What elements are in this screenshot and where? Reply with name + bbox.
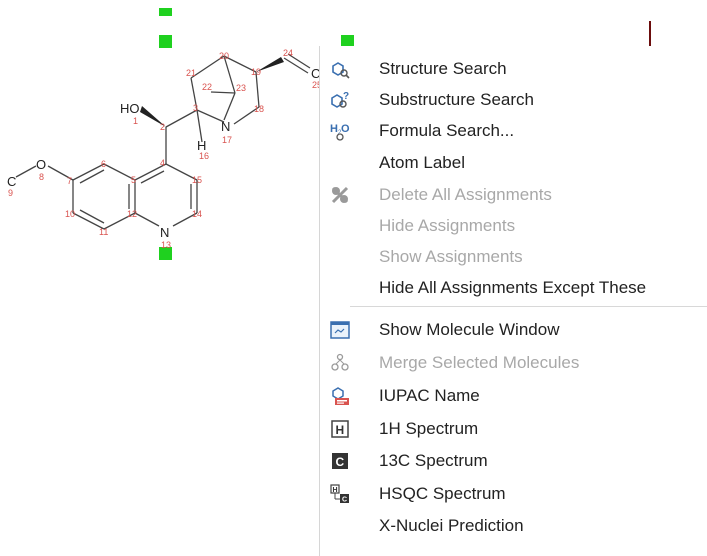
atom-number: 1 <box>133 116 138 126</box>
menu-item-label: Substructure Search <box>379 90 534 109</box>
svg-text:O: O <box>341 123 350 135</box>
atom-number: 16 <box>199 151 209 161</box>
menu-separator <box>350 306 707 307</box>
menu-item-hsqc-spectrum[interactable]: HC HSQC Spectrum <box>320 479 707 509</box>
formula-search-icon: H2O <box>329 120 351 142</box>
atom-number: 14 <box>192 209 202 219</box>
menu-item-label: HSQC Spectrum <box>379 484 506 503</box>
text-cursor <box>649 21 651 47</box>
menu-item-substructure-search[interactable]: ? Substructure Search <box>320 85 707 115</box>
menu-item-label: IUPAC Name <box>379 386 480 405</box>
menu-item-label: Formula Search... <box>379 121 515 140</box>
menu-item-formula-search[interactable]: H2O Formula Search... <box>320 116 707 146</box>
atom-label-o8[interactable]: O <box>36 157 46 172</box>
atom-number: 19 <box>251 67 261 77</box>
menu-item-label: 13C Spectrum <box>379 451 488 470</box>
side-chain-bonds <box>140 53 311 164</box>
menu-item-label: Hide Assignments <box>379 216 516 235</box>
menu-item-13c-spectrum[interactable]: C 13C Spectrum <box>320 446 707 476</box>
atom-number: 2 <box>160 122 165 132</box>
iupac-name-icon <box>329 385 351 407</box>
menu-item-label: Merge Selected Molecules <box>379 353 580 372</box>
atom-label-c9[interactable]: C <box>7 174 16 189</box>
context-menu: Structure Search ? Substructure Search H… <box>319 46 707 556</box>
menu-item-structure-search[interactable]: Structure Search <box>320 54 707 84</box>
selection-handle-top-left[interactable] <box>159 35 172 48</box>
atom-label-n13[interactable]: N <box>160 225 169 240</box>
quinoline-bonds <box>72 163 198 230</box>
menu-item-show-assignments[interactable]: Show Assignments <box>320 242 707 272</box>
atom-number: 12 <box>127 209 137 219</box>
menu-item-label: Show Molecule Window <box>379 320 560 339</box>
menu-item-label: Delete All Assignments <box>379 185 552 204</box>
atom-number: 17 <box>222 135 232 145</box>
menu-item-x-nuclei-prediction[interactable]: X-Nuclei Prediction <box>320 511 707 541</box>
svg-text:H: H <box>330 123 338 135</box>
menu-item-label: Hide All Assignments Except These <box>379 278 647 297</box>
menu-item-label: X-Nuclei Prediction <box>379 516 524 535</box>
atom-number: 18 <box>254 104 264 114</box>
menu-item-delete-all-assignments[interactable]: Delete All Assignments <box>320 180 707 210</box>
atom-number: 3 <box>193 103 198 113</box>
atom-number: 4 <box>160 158 165 168</box>
menu-item-label: Structure Search <box>379 59 507 78</box>
atom-number: 9 <box>8 188 13 198</box>
svg-text:H: H <box>336 423 345 437</box>
menu-item-label: Atom Label <box>379 153 465 172</box>
atom-number: 11 <box>99 227 108 237</box>
atom-number: 23 <box>236 83 246 93</box>
atom-number: 7 <box>67 176 72 186</box>
atom-number: 5 <box>131 175 136 185</box>
atom-number: 20 <box>219 51 229 61</box>
svg-text:?: ? <box>343 91 349 102</box>
menu-item-label: 1H Spectrum <box>379 419 479 438</box>
substructure-search-icon: ? <box>329 89 351 111</box>
atom-number: 22 <box>202 82 212 92</box>
menu-item-hide-assignments[interactable]: Hide Assignments <box>320 211 707 241</box>
atom-number: 21 <box>186 68 196 78</box>
hsqc-spectrum-icon: HC <box>329 483 351 505</box>
merge-molecules-icon <box>329 352 351 374</box>
structure-search-icon <box>329 58 351 80</box>
menu-item-show-molecule-window[interactable]: Show Molecule Window <box>320 315 707 345</box>
menu-item-1h-spectrum[interactable]: H 1H Spectrum <box>320 414 707 444</box>
13c-spectrum-icon: C <box>329 450 351 472</box>
menu-item-iupac-name[interactable]: IUPAC Name <box>320 381 707 411</box>
delete-assignments-icon <box>329 184 351 206</box>
1h-spectrum-icon: H <box>329 418 351 440</box>
atom-number: 8 <box>39 172 44 182</box>
menu-item-label: Show Assignments <box>379 247 523 266</box>
menu-item-atom-label[interactable]: Atom Label <box>320 148 707 178</box>
atom-number: 6 <box>101 159 106 169</box>
atom-number: 15 <box>192 175 202 185</box>
atom-label-n17[interactable]: N <box>221 119 230 134</box>
atom-label-oh[interactable]: HO <box>120 101 140 116</box>
menu-item-merge-selected-molecules[interactable]: Merge Selected Molecules <box>320 348 707 378</box>
atom-numbers: 1 2 3 4 5 6 7 8 9 10 11 12 13 14 15 16 1… <box>8 48 322 250</box>
atom-number: 24 <box>283 48 293 58</box>
selection-handle-top-partial[interactable] <box>159 8 172 16</box>
svg-text:C: C <box>336 455 345 469</box>
menu-item-hide-all-except[interactable]: Hide All Assignments Except These <box>320 273 707 303</box>
svg-text:H: H <box>333 487 338 494</box>
atom-number: 10 <box>65 209 75 219</box>
molecule-window-icon <box>329 319 351 341</box>
atom-number: 13 <box>161 240 171 250</box>
svg-text:C: C <box>342 497 347 504</box>
